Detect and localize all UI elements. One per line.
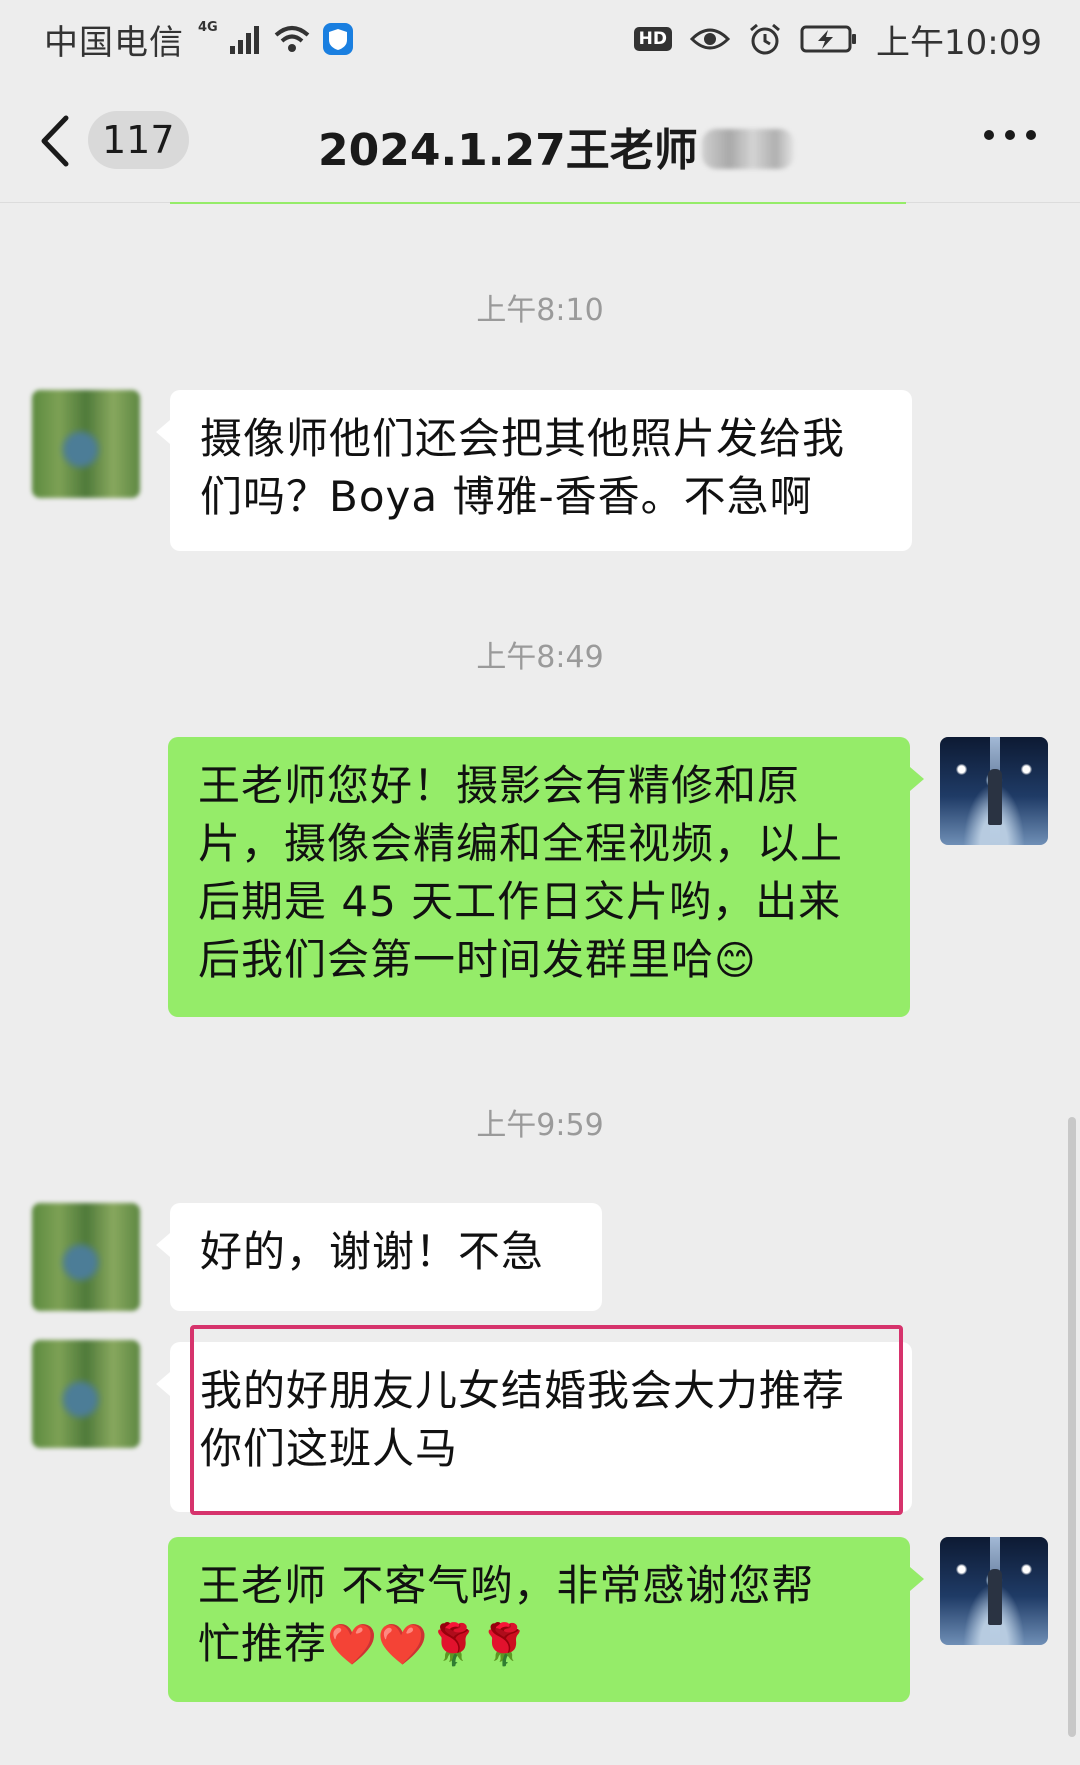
heart-rose-emoji-icon: ❤️❤️🌹🌹: [327, 1622, 531, 1668]
smile-emoji-icon: 😊: [714, 938, 757, 984]
message-timestamp: 上午8:10: [476, 293, 604, 328]
chat-header: 117 2024.1.27王老师: [0, 78, 1080, 203]
contact-avatar[interactable]: [32, 1203, 140, 1311]
message-line-text: 忙推荐: [198, 1619, 328, 1668]
message-line: 摄像师他们还会把其他照片发给我: [200, 414, 846, 463]
more-options-icon[interactable]: [984, 130, 1036, 144]
status-right: HD 上午10:09: [633, 16, 1042, 63]
scrollbar[interactable]: [1068, 1117, 1076, 1737]
shield-icon: [322, 23, 353, 55]
message-line: 们吗？Boya 博雅-香香。不急啊: [200, 472, 813, 521]
message-line: 片，摄像会精编和全程视频，以上: [198, 819, 844, 868]
unread-count-badge[interactable]: 117: [88, 111, 189, 169]
redacted-name-blur: [701, 129, 794, 169]
message-line: 后我们会第一时间发群里哈😊: [198, 931, 880, 990]
message-line: 后期是 45 天工作日交片哟，出来: [198, 877, 842, 926]
message-line: 王老师 不客气哟，非常感谢您帮: [198, 1561, 815, 1610]
chat-title-text: 2024.1.27王老师: [318, 125, 698, 176]
signal-icon: [229, 26, 259, 54]
message-timestamp: 上午9:59: [476, 1108, 604, 1143]
chat-title[interactable]: 2024.1.27王老师: [318, 114, 794, 178]
message-bubble-incoming[interactable]: 摄像师他们还会把其他照片发给我 们吗？Boya 博雅-香香。不急啊: [156, 390, 912, 551]
message-line-text: 后我们会第一时间发群里哈: [198, 935, 715, 984]
wifi-icon: [274, 26, 310, 52]
hd-badge: HD: [633, 27, 673, 51]
message-line: 好的，谢谢！不急: [200, 1227, 545, 1276]
alarm-icon: [750, 23, 780, 55]
message-timestamp: 上午8:49: [476, 640, 604, 675]
message-line: 王老师您好！摄影会有精修和原: [198, 761, 801, 810]
back-arrow-icon[interactable]: [38, 114, 72, 168]
network-type: 4G: [198, 19, 218, 35]
previous-message-edge: [170, 202, 906, 204]
status-time: 上午10:09: [876, 22, 1042, 63]
status-bar: 中国电信 4G HD 上午10:09: [0, 0, 1080, 78]
message-bubble-outgoing[interactable]: 王老师您好！摄影会有精修和原 片，摄像会精编和全程视频，以上 后期是 45 天工…: [168, 737, 924, 1017]
contact-avatar[interactable]: [32, 1340, 140, 1448]
message-line: 忙推荐❤️❤️🌹🌹: [198, 1615, 880, 1674]
battery-icon: [800, 25, 857, 53]
my-avatar[interactable]: [940, 1537, 1048, 1645]
highlight-annotation-box: [190, 1325, 903, 1515]
message-bubble-incoming[interactable]: 好的，谢谢！不急: [156, 1203, 602, 1311]
eye-icon: [690, 28, 731, 50]
status-left: 中国电信 4G: [44, 16, 354, 63]
carrier-label: 中国电信: [44, 22, 184, 63]
message-bubble-outgoing[interactable]: 王老师 不客气哟，非常感谢您帮 忙推荐❤️❤️🌹🌹: [168, 1537, 924, 1702]
contact-avatar[interactable]: [32, 390, 140, 498]
my-avatar[interactable]: [940, 737, 1048, 845]
